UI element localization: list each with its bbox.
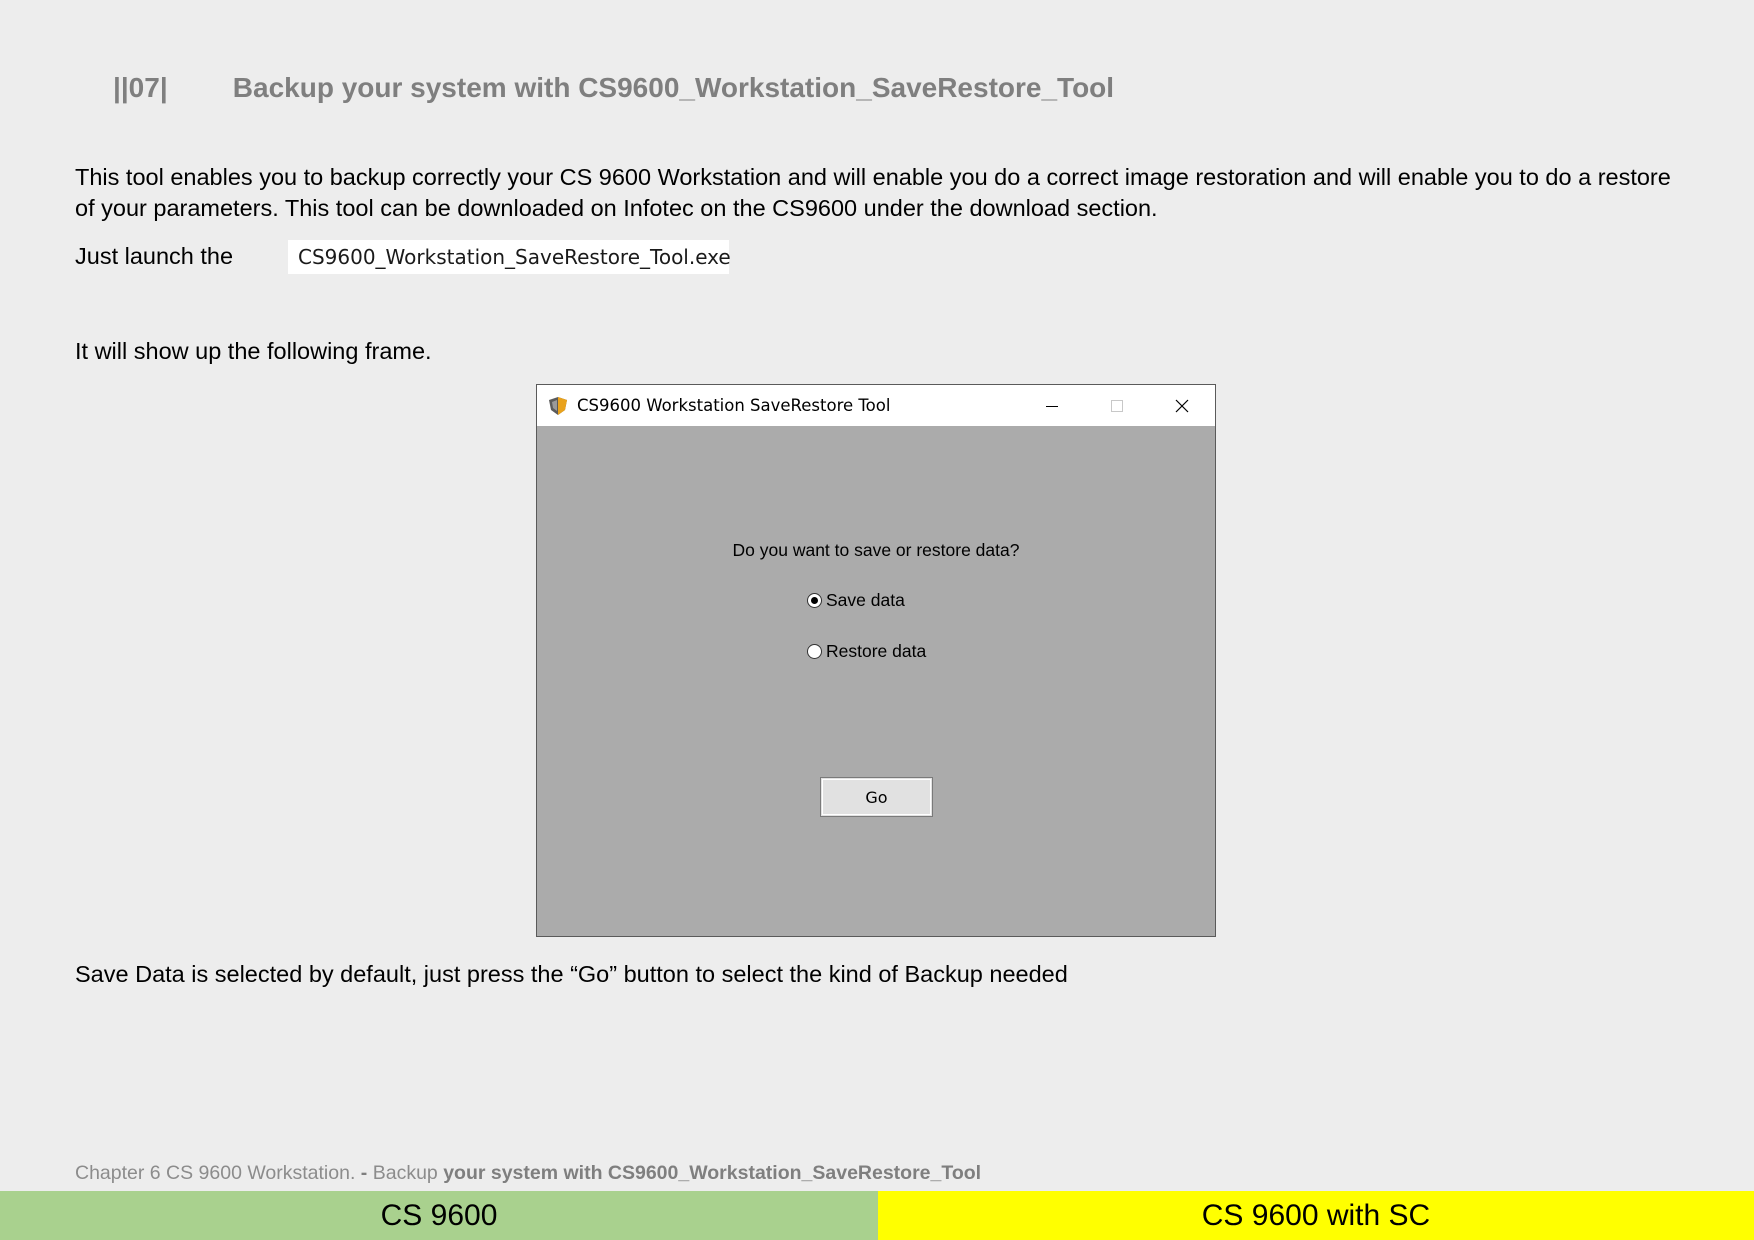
close-icon xyxy=(1175,399,1189,412)
launch-instruction: Just launch the xyxy=(75,243,234,269)
maximize-icon xyxy=(1111,399,1123,412)
tab-cs9600-with-sc[interactable]: CS 9600 with SC xyxy=(878,1191,1754,1240)
radio-save-data[interactable]: Save data xyxy=(807,590,905,611)
frame-intro: It will show up the following frame. xyxy=(75,338,432,364)
radio-button-selected[interactable] xyxy=(807,593,822,608)
footer-backup-word: Backup xyxy=(372,1162,444,1184)
section-number: ||07| xyxy=(113,72,168,103)
footer-chapter-title: your system with CS9600_Workstation_Save… xyxy=(443,1162,982,1184)
go-button[interactable]: Go xyxy=(820,777,933,817)
tab-cs9600[interactable]: CS 9600 xyxy=(0,1191,878,1240)
minimize-icon xyxy=(1046,405,1058,407)
minimize-button[interactable] xyxy=(1022,385,1082,426)
dialog-question: Do you want to save or restore data? xyxy=(732,540,1020,560)
radio-button-unselected[interactable] xyxy=(807,644,822,659)
default-note: Save Data is selected by default, just p… xyxy=(75,961,1068,987)
chapter-footer: Chapter 6 CS 9600 Workstation. - Backup … xyxy=(75,1162,981,1185)
section-title: Backup your system with CS9600_Workstati… xyxy=(232,72,1115,103)
radio-label-restore: Restore data xyxy=(826,641,927,661)
app-shield-icon xyxy=(549,396,567,415)
footer-chapter-prefix: Chapter 6 CS 9600 Workstation. xyxy=(75,1162,361,1184)
dialog-titlebar[interactable]: CS9600 Workstation SaveRestore Tool xyxy=(537,385,1215,426)
close-button[interactable] xyxy=(1152,385,1212,426)
exe-file-item[interactable]: CS9600_Workstation_SaveRestore_Tool.exe xyxy=(288,240,731,274)
section-heading: ||07| Backup your system with CS9600_Wor… xyxy=(113,72,1114,104)
radio-restore-data[interactable]: Restore data xyxy=(807,641,926,662)
savrestore-dialog-window: CS9600 Workstation SaveRestore Tool Do y… xyxy=(536,384,1216,937)
dialog-title: CS9600 Workstation SaveRestore Tool xyxy=(577,396,891,415)
radio-label-save: Save data xyxy=(826,590,905,610)
intro-paragraph: This tool enables you to backup correctl… xyxy=(75,164,1671,221)
maximize-button[interactable] xyxy=(1087,385,1147,426)
exe-file-name: CS9600_Workstation_SaveRestore_Tool.exe xyxy=(298,245,731,269)
footer-dash: - xyxy=(360,1162,373,1184)
